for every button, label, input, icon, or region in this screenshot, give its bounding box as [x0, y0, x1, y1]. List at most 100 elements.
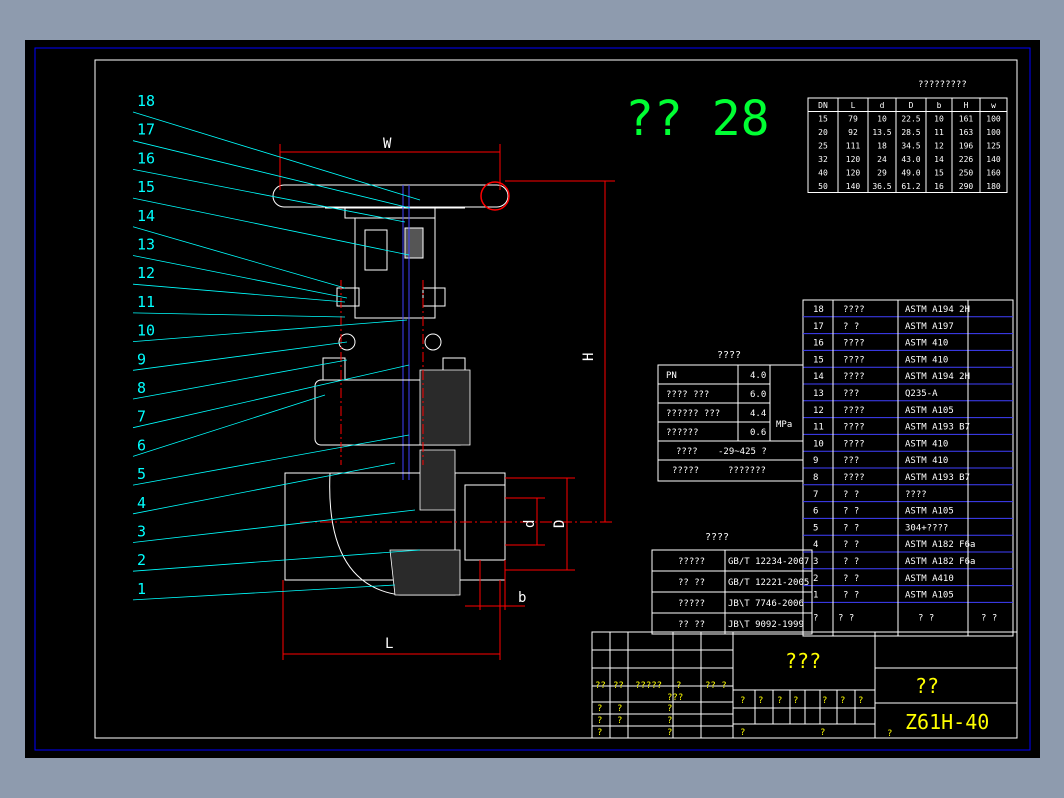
perf-unit: MPa: [776, 420, 792, 430]
balloon-label: 11: [137, 293, 155, 311]
dim-table-cell: DN: [818, 101, 828, 110]
dim-table-cell: 196: [959, 142, 974, 151]
title-block-cell: ??: [613, 681, 624, 691]
part-name: ???: [843, 456, 859, 466]
dim-table-cell: 180: [986, 182, 1001, 191]
leader-line: [132, 255, 348, 299]
dim-table-cell: 10: [877, 115, 887, 124]
title-block-cell: ?: [820, 728, 825, 738]
part-material: ASTM A105: [905, 406, 954, 416]
std-label: ?????: [678, 557, 705, 567]
part-material: ASTM 410: [905, 439, 948, 449]
dim-table-cell: 13.5: [872, 128, 891, 137]
dim-table-cell: 160: [986, 169, 1001, 178]
part-name: ????: [843, 355, 865, 365]
part-number: 18: [813, 305, 824, 315]
dim-table-cell: 79: [848, 115, 858, 124]
balloon-label: 18: [137, 92, 155, 110]
balloon-label: 4: [137, 494, 146, 512]
part-material: Q235-A: [905, 389, 938, 399]
balloon-label: 5: [137, 465, 146, 483]
leader-line: [132, 364, 410, 429]
balloon-label: 15: [137, 178, 155, 196]
balloon-label: 12: [137, 264, 155, 282]
dim-table-cell: 49.0: [901, 169, 920, 178]
title-block-cell: ??: [595, 681, 606, 691]
dim-label-b: b: [518, 590, 526, 606]
leader-line: [132, 140, 411, 209]
part-name: ? ?: [843, 591, 859, 601]
title-block-cell: ?: [887, 729, 892, 739]
part-number: 1: [813, 591, 818, 601]
title-block-cell: ?: [777, 696, 782, 706]
part-name: ? ?: [843, 540, 859, 550]
title-block-cell: ?: [858, 696, 863, 706]
title-block-cell: ?: [758, 696, 763, 706]
dim-label-w: W: [383, 136, 392, 152]
title-block-cell: ?: [667, 716, 672, 726]
dim-table-cell: w: [991, 101, 996, 110]
std-label: ?? ??: [678, 578, 705, 588]
part-material: ASTM A194 2H: [905, 305, 970, 315]
model-number: Z61H-40: [905, 710, 989, 734]
dim-table-cell: 120: [846, 169, 861, 178]
part-name: ? ?: [843, 507, 859, 517]
dim-table-cell: 100: [986, 128, 1001, 137]
part-material: ASTM 410: [905, 339, 948, 349]
dim-table-cell: b: [937, 101, 942, 110]
dim-table-cell: 29: [877, 169, 887, 178]
balloon-label: 7: [137, 408, 146, 426]
part-name: ? ?: [843, 557, 859, 567]
part-material: ASTM A194 2H: [905, 372, 970, 382]
part-number: 10: [813, 439, 824, 449]
title-block-cell: ?: [676, 681, 681, 691]
part-material: ASTM A182 F6a: [905, 540, 975, 550]
balloon-label: 10: [137, 322, 155, 340]
std-table-caption: ????: [705, 532, 729, 543]
dim-table-cell: 20: [818, 128, 828, 137]
dim-table-cell: 161: [959, 115, 974, 124]
std-value: GB/T 12221-2005: [728, 578, 809, 588]
leader-line: [132, 283, 346, 303]
title-block-cell: ?: [740, 728, 745, 738]
part-material: ASTM A193 B7: [905, 473, 970, 483]
title-block-cell: ?: [840, 696, 845, 706]
perf-label: ???? ???: [666, 390, 709, 400]
part-name: ? ?: [843, 574, 859, 584]
part-name: ? ?: [843, 490, 859, 500]
std-value: GB/T 12234-2007: [728, 557, 809, 567]
part-name: ????: [843, 372, 865, 382]
perf-label: PN: [666, 371, 677, 381]
part-name: ? ?: [843, 523, 859, 533]
perf-value: 0.6: [750, 428, 766, 438]
part-number: 6: [813, 507, 818, 517]
part-material: ASTM A105: [905, 591, 954, 601]
dim-label-d-large: D: [552, 520, 568, 528]
dim-table-cell: H: [964, 101, 969, 110]
performance-table: PN 4.0 ???? ??? 6.0 ?????? ??? 4.4?????? 0.6 MP…: [657, 364, 804, 482]
perf-label: ?????? ???: [666, 409, 720, 419]
leader-line: [132, 226, 346, 289]
balloon-label: 16: [137, 149, 155, 167]
cad-drawing: ?? 28 W H L d D b 1817161514131211109876…: [34, 47, 1031, 751]
leader-line: [132, 312, 346, 318]
dim-table-cell: 100: [986, 115, 1001, 124]
parts-table-footer: ? ?: [981, 613, 997, 623]
medium-label: ?????: [672, 466, 699, 476]
standards-table: ????? GB/T 12234-2007 ?? ?? GB/T 12221-2005…: [651, 549, 813, 635]
part-name: ????: [843, 473, 865, 483]
part-material: ASTM 410: [905, 355, 948, 365]
part-number: 2: [813, 574, 818, 584]
dim-table-cell: 12: [934, 142, 944, 151]
dim-table-cell: 25: [818, 142, 828, 151]
title-block-cell: ?????: [635, 681, 662, 691]
dim-table-cell: 226: [959, 155, 974, 164]
dim-label-l: L: [385, 636, 393, 652]
part-number: 13: [813, 389, 824, 399]
balloon-label: 2: [137, 551, 146, 569]
drawing-big-title: ?? 28: [625, 91, 770, 147]
title-block-cell: ?: [822, 696, 827, 706]
title-block-cell: ?: [667, 704, 672, 714]
balloon-callouts: 18 17 16 15 14 13 12 11 10 9 8 7 6 5 4 3 2 1: [132, 92, 421, 601]
dim-table-cell: 16: [934, 182, 944, 191]
